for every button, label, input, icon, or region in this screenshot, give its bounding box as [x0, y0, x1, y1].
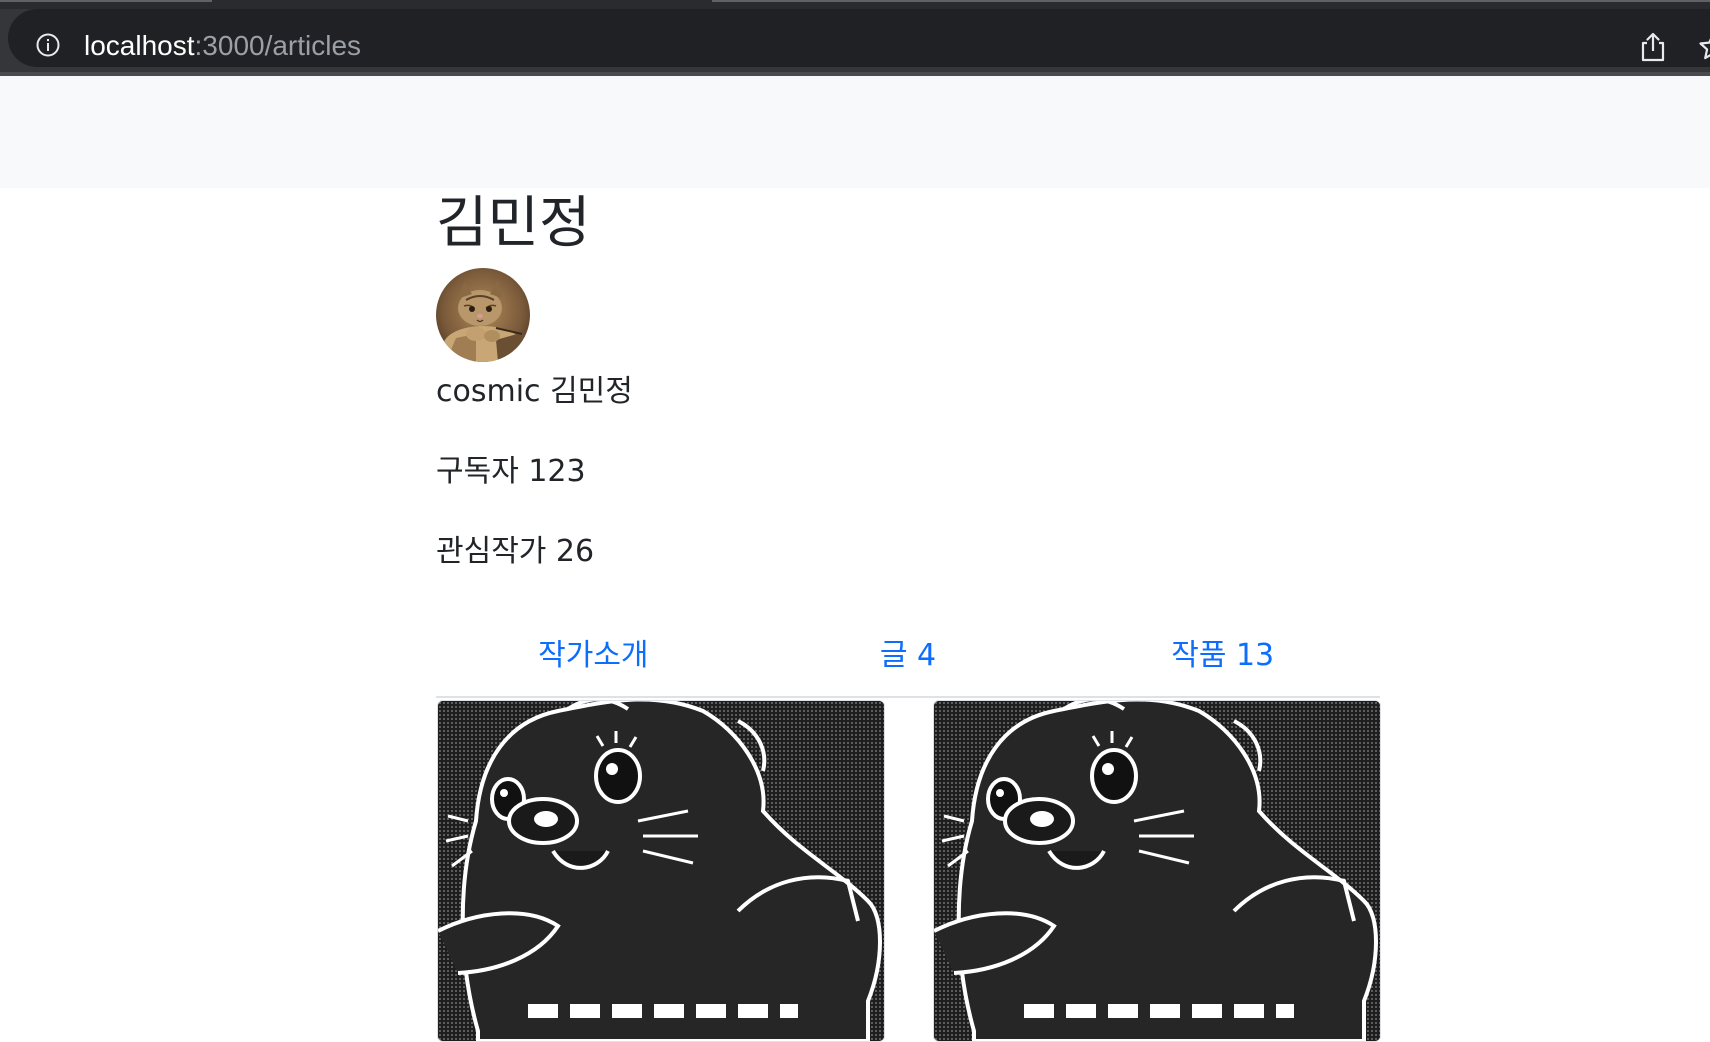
author-name: 김민정	[436, 191, 591, 256]
share-icon[interactable]	[1638, 31, 1668, 63]
author-profile: 김민정 cosmic 김민정 구독자 123 관심작가 26	[436, 188, 1380, 572]
seal-illustration-image	[438, 701, 884, 1041]
profile-tabs: 작가소개 글 4 작품 13	[436, 628, 1380, 698]
url-host: localhost	[84, 30, 195, 61]
tab-articles[interactable]: 글 4	[751, 628, 1066, 696]
article-grid	[436, 698, 1381, 1042]
author-avatar[interactable]	[436, 268, 530, 362]
tab-strip	[0, 0, 1710, 9]
url-path: :3000/articles	[194, 30, 362, 61]
following-count: 관심작가 26	[436, 534, 595, 569]
star-icon[interactable]	[1698, 32, 1710, 62]
seal-illustration-image	[934, 701, 1380, 1041]
tab-edge	[712, 0, 1710, 2]
article-card[interactable]	[437, 700, 885, 1042]
browser-toolbar: localhost:3000/articles	[0, 0, 1710, 76]
author-description: cosmic 김민정	[436, 374, 633, 409]
page-navbar	[0, 76, 1710, 188]
subscriber-count: 구독자 123	[436, 454, 586, 489]
tab-works[interactable]: 작품 13	[1065, 628, 1380, 696]
url-text[interactable]: localhost:3000/articles	[84, 28, 361, 64]
address-bar[interactable]: localhost:3000/articles	[8, 9, 1710, 67]
cat-avatar-icon	[436, 268, 530, 362]
tab-edge	[0, 0, 212, 2]
tab-author-intro[interactable]: 작가소개	[436, 628, 751, 696]
article-card[interactable]	[933, 700, 1381, 1042]
info-icon[interactable]	[36, 33, 60, 57]
